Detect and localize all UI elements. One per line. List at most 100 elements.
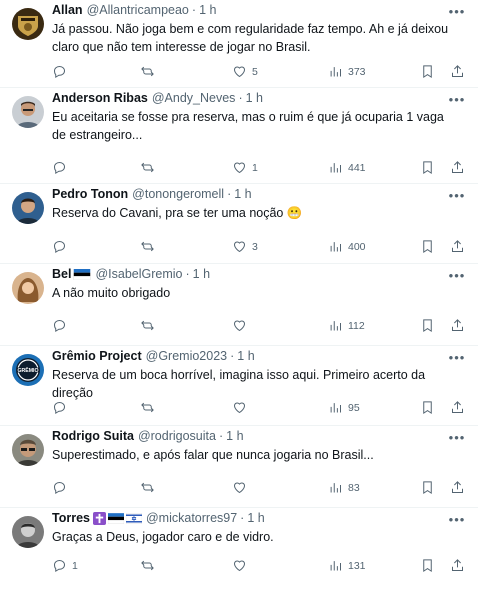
like-button[interactable] xyxy=(232,480,252,495)
like-button[interactable]: 1 xyxy=(232,160,258,175)
display-name[interactable]: Rodrigo Suita xyxy=(52,428,134,445)
share-button[interactable] xyxy=(450,558,465,573)
timestamp[interactable]: 1 h xyxy=(246,90,263,107)
timestamp[interactable]: 1 h xyxy=(226,428,243,445)
username[interactable]: @rodrigosuita xyxy=(138,428,216,445)
more-options-icon[interactable]: ••• xyxy=(448,91,466,107)
timestamp[interactable]: 1 h xyxy=(193,266,210,283)
like-button[interactable]: 5 xyxy=(232,64,258,79)
avatar[interactable] xyxy=(12,96,44,128)
reply-icon xyxy=(53,161,66,175)
avatar[interactable] xyxy=(12,272,44,304)
gremio-logo-text: GRÊMIO xyxy=(17,366,38,374)
more-options-icon[interactable]: ••• xyxy=(448,3,466,19)
display-name[interactable]: Bel xyxy=(52,266,71,283)
estonia-flag-icon xyxy=(107,513,124,524)
tweet-text: Superestimado, e após falar que nunca jo… xyxy=(52,448,374,462)
reply-button[interactable] xyxy=(52,64,72,79)
reply-tweet: Anderson Ribas @Andy_Neves · 1 h ••• Eu ace… xyxy=(0,88,478,184)
like-button[interactable]: 3 xyxy=(232,239,258,254)
bookmark-button[interactable] xyxy=(420,318,435,333)
views-button[interactable]: 95 xyxy=(328,400,360,415)
tweet-text: Eu aceitaria se fosse pra reserva, mas o… xyxy=(52,110,444,142)
display-name[interactable]: Allan xyxy=(52,2,83,19)
more-options-icon[interactable]: ••• xyxy=(448,429,466,445)
action-bar: 1 131 xyxy=(52,558,466,576)
avatar[interactable] xyxy=(12,516,44,548)
bookmark-button[interactable] xyxy=(420,239,435,254)
username[interactable]: @Allantricampeao xyxy=(87,2,189,19)
retweet-button[interactable] xyxy=(140,318,160,333)
avatar[interactable]: GRÊMIO xyxy=(12,354,44,386)
share-button[interactable] xyxy=(450,318,465,333)
username[interactable]: @Gremio2023 xyxy=(146,348,227,365)
username[interactable]: @mickatorres97 xyxy=(146,510,237,527)
share-button[interactable] xyxy=(450,239,465,254)
reply-button[interactable] xyxy=(52,239,72,254)
views-button[interactable]: 131 xyxy=(328,558,366,573)
retweet-button[interactable] xyxy=(140,480,160,495)
bookmark-icon xyxy=(423,240,432,254)
views-button[interactable]: 400 xyxy=(328,239,366,254)
display-name[interactable]: Grêmio Project xyxy=(52,348,142,365)
bookmark-icon xyxy=(423,65,432,79)
retweet-button[interactable] xyxy=(140,64,160,79)
share-button[interactable] xyxy=(450,64,465,79)
like-button[interactable] xyxy=(232,400,252,415)
retweet-icon xyxy=(141,241,154,252)
more-options-icon[interactable]: ••• xyxy=(448,187,466,203)
like-button[interactable] xyxy=(232,318,252,333)
views-icon xyxy=(330,163,341,173)
reply-button[interactable] xyxy=(52,318,72,333)
timestamp[interactable]: 1 h xyxy=(237,348,254,365)
bookmark-icon xyxy=(423,481,432,495)
display-name[interactable]: Anderson Ribas xyxy=(52,90,148,107)
views-button[interactable]: 441 xyxy=(328,160,366,175)
views-button[interactable]: 373 xyxy=(328,64,366,79)
views-count: 95 xyxy=(348,401,360,414)
retweet-button[interactable] xyxy=(140,160,160,175)
timestamp[interactable]: 1 h xyxy=(234,186,251,203)
username[interactable]: @tonongeromell xyxy=(132,186,224,203)
more-options-icon[interactable]: ••• xyxy=(448,267,466,283)
more-options-icon[interactable]: ••• xyxy=(448,349,466,365)
reply-button[interactable]: 1 xyxy=(52,558,78,573)
share-button[interactable] xyxy=(450,480,465,495)
action-bar: 83 xyxy=(52,480,466,498)
reply-icon xyxy=(53,481,66,495)
reply-button[interactable] xyxy=(52,480,72,495)
more-options-icon[interactable]: ••• xyxy=(448,511,466,527)
views-button[interactable]: 112 xyxy=(328,318,365,333)
retweet-button[interactable] xyxy=(140,400,160,415)
separator-dot: · xyxy=(218,429,224,443)
avatar[interactable] xyxy=(12,8,44,40)
tweet-text: Reserva do Cavani, pra se ter uma noção … xyxy=(52,206,303,220)
bookmark-button[interactable] xyxy=(420,400,435,415)
bookmark-button[interactable] xyxy=(420,160,435,175)
share-button[interactable] xyxy=(450,400,465,415)
bookmark-button[interactable] xyxy=(420,480,435,495)
cross-emoji-icon xyxy=(92,512,106,525)
avatar[interactable] xyxy=(12,434,44,466)
reply-button[interactable] xyxy=(52,400,72,415)
timestamp[interactable]: 1 h xyxy=(199,2,216,19)
username[interactable]: @Andy_Neves xyxy=(152,90,236,107)
display-name[interactable]: Torres xyxy=(52,510,90,527)
heart-icon xyxy=(233,162,246,174)
like-button[interactable] xyxy=(232,558,252,573)
reply-button[interactable] xyxy=(52,160,72,175)
share-icon xyxy=(452,319,463,331)
reply-icon xyxy=(53,401,66,415)
views-button[interactable]: 83 xyxy=(328,480,360,495)
timestamp[interactable]: 1 h xyxy=(247,510,264,527)
retweet-button[interactable] xyxy=(140,239,160,254)
share-button[interactable] xyxy=(450,160,465,175)
tweet-text: Graças a Deus, jogador caro e de vidro. xyxy=(52,530,274,544)
username[interactable]: @IsabelGremio xyxy=(95,266,182,283)
bookmark-button[interactable] xyxy=(420,558,435,573)
avatar[interactable] xyxy=(12,192,44,224)
retweet-button[interactable] xyxy=(140,558,160,573)
bookmark-button[interactable] xyxy=(420,64,435,79)
display-name[interactable]: Pedro Tonon xyxy=(52,186,128,203)
share-icon xyxy=(452,401,463,413)
